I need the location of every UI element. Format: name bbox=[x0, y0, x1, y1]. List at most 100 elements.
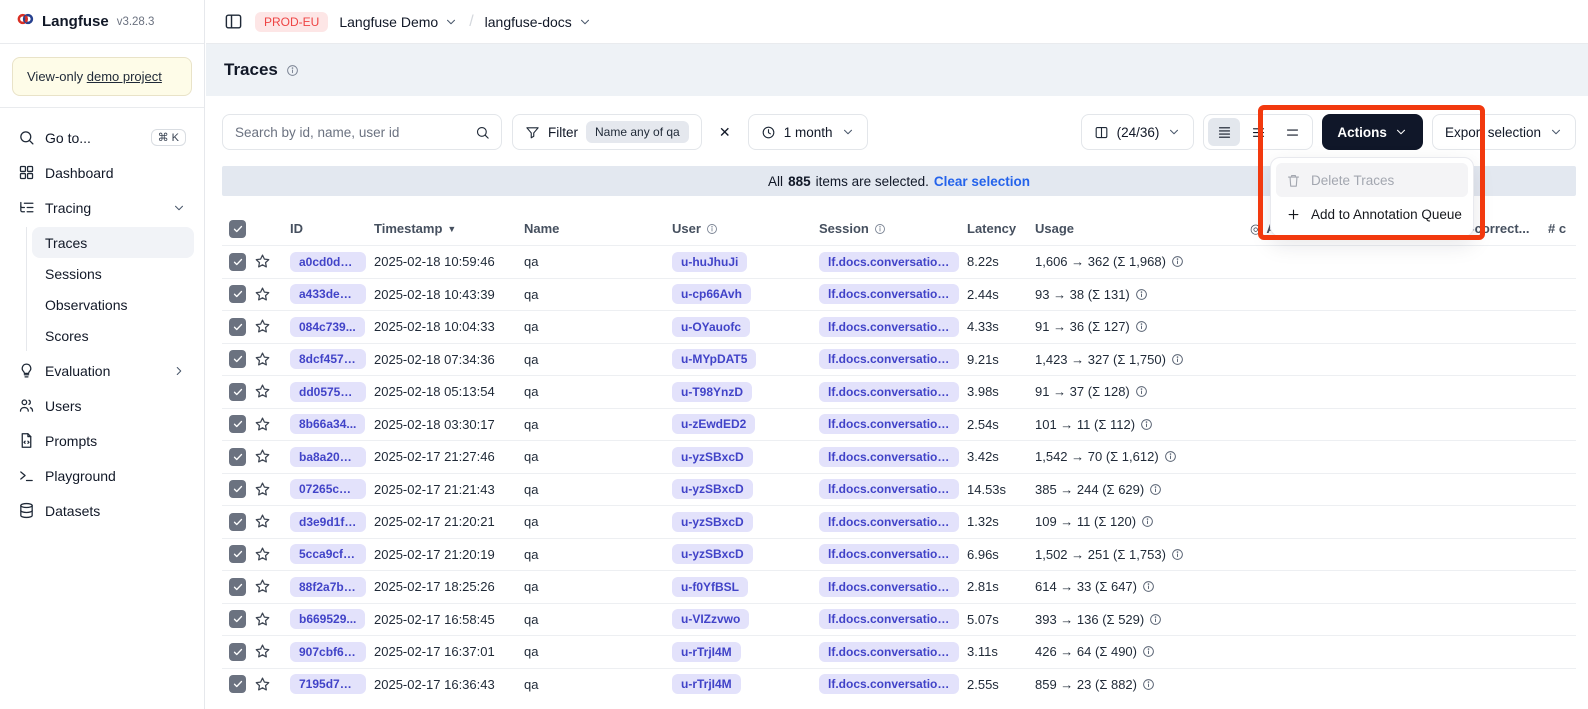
user-badge[interactable]: u-T98YnzD bbox=[672, 382, 752, 402]
table-row[interactable]: 5cca9cf2... 2025-02-17 21:20:19 qa u-yzS… bbox=[222, 538, 1576, 571]
sidebar-item-playground[interactable]: Playground bbox=[10, 458, 194, 493]
header-latency[interactable]: Latency bbox=[967, 221, 1035, 236]
user-badge[interactable]: u-MYpDAT5 bbox=[672, 349, 756, 369]
star-icon[interactable] bbox=[254, 546, 271, 563]
star-icon[interactable] bbox=[254, 383, 271, 400]
project-selector[interactable]: langfuse-docs bbox=[485, 14, 592, 30]
trace-id-badge[interactable]: d3e9d1f2... bbox=[290, 512, 366, 532]
user-badge[interactable]: u-cp66Avh bbox=[672, 284, 751, 304]
session-badge[interactable]: lf.docs.conversation... bbox=[819, 252, 959, 272]
session-badge[interactable]: lf.docs.conversation... bbox=[819, 349, 959, 369]
info-icon[interactable] bbox=[1141, 515, 1154, 528]
info-icon[interactable] bbox=[1171, 255, 1184, 268]
sidebar-item-evaluation[interactable]: Evaluation bbox=[10, 353, 194, 388]
table-row[interactable]: dd05753... 2025-02-18 05:13:54 qa u-T98Y… bbox=[222, 375, 1576, 408]
table-row[interactable]: b669529... 2025-02-17 16:58:45 qa u-VIZz… bbox=[222, 603, 1576, 636]
user-badge[interactable]: u-rTrjI4M bbox=[672, 642, 741, 662]
star-icon[interactable] bbox=[254, 318, 271, 335]
star-icon[interactable] bbox=[254, 513, 271, 530]
menu-item-add-to-annotation-queue[interactable]: Add to Annotation Queue bbox=[1276, 197, 1468, 231]
star-icon[interactable] bbox=[254, 481, 271, 498]
table-row[interactable]: 8dcf4574... 2025-02-18 07:34:36 qa u-MYp… bbox=[222, 343, 1576, 376]
session-badge[interactable]: lf.docs.conversation... bbox=[819, 479, 959, 499]
row-checkbox[interactable] bbox=[229, 285, 246, 303]
sidebar-subitem-traces[interactable]: Traces bbox=[32, 227, 194, 258]
trace-id-badge[interactable]: ba8a208f... bbox=[290, 447, 366, 467]
table-row[interactable]: ba8a208f... 2025-02-17 21:27:46 qa u-yzS… bbox=[222, 440, 1576, 473]
session-badge[interactable]: lf.docs.conversation... bbox=[819, 609, 959, 629]
export-selection-button[interactable]: Export selection bbox=[1432, 114, 1576, 150]
session-badge[interactable]: lf.docs.conversation... bbox=[819, 642, 959, 662]
star-icon[interactable] bbox=[254, 286, 271, 303]
user-badge[interactable]: u-VIZzvwo bbox=[672, 609, 749, 629]
sidebar-subitem-scores[interactable]: Scores bbox=[32, 320, 194, 351]
info-icon[interactable] bbox=[286, 64, 299, 77]
row-checkbox[interactable] bbox=[229, 610, 246, 628]
demo-project-link[interactable]: demo project bbox=[87, 69, 162, 84]
user-badge[interactable]: u-yzSBxcD bbox=[672, 447, 753, 467]
row-checkbox[interactable] bbox=[229, 350, 246, 368]
header-session[interactable]: Session bbox=[819, 221, 967, 236]
session-badge[interactable]: lf.docs.conversation... bbox=[819, 577, 959, 597]
user-badge[interactable]: u-huJhuJi bbox=[672, 252, 747, 272]
sidebar-item-goto[interactable]: Go to... ⌘ K bbox=[10, 120, 194, 155]
trace-id-badge[interactable]: 8dcf4574... bbox=[290, 349, 366, 369]
info-icon[interactable] bbox=[1171, 548, 1184, 561]
sidebar-item-prompts[interactable]: Prompts bbox=[10, 423, 194, 458]
info-icon[interactable] bbox=[1142, 580, 1155, 593]
row-checkbox[interactable] bbox=[229, 513, 246, 531]
table-row[interactable]: a0cd0d9... 2025-02-18 10:59:46 qa u-huJh… bbox=[222, 245, 1576, 278]
star-icon[interactable] bbox=[254, 351, 271, 368]
trace-id-badge[interactable]: a0cd0d9... bbox=[290, 252, 366, 272]
table-row[interactable]: 07265c7a... 2025-02-17 21:21:43 qa u-yzS… bbox=[222, 473, 1576, 506]
session-badge[interactable]: lf.docs.conversation... bbox=[819, 544, 959, 564]
sidebar-toggle-button[interactable] bbox=[222, 11, 244, 33]
star-icon[interactable] bbox=[254, 578, 271, 595]
row-checkbox[interactable] bbox=[229, 318, 246, 336]
info-icon[interactable] bbox=[1142, 678, 1155, 691]
star-icon[interactable] bbox=[254, 448, 271, 465]
user-badge[interactable]: u-zEwdED2 bbox=[672, 414, 755, 434]
star-icon[interactable] bbox=[254, 253, 271, 270]
user-badge[interactable]: u-OYauofc bbox=[672, 317, 750, 337]
trace-id-badge[interactable]: 907cbf6e... bbox=[290, 642, 366, 662]
table-row[interactable]: d3e9d1f2... 2025-02-17 21:20:21 qa u-yzS… bbox=[222, 505, 1576, 538]
select-all-checkbox[interactable] bbox=[229, 220, 246, 238]
trace-id-badge[interactable]: 084c739... bbox=[290, 317, 365, 337]
info-icon[interactable] bbox=[1135, 385, 1148, 398]
time-range-button[interactable]: 1 month bbox=[748, 114, 868, 150]
star-icon[interactable] bbox=[254, 416, 271, 433]
sidebar-item-tracing[interactable]: Tracing bbox=[10, 190, 194, 225]
filter-button[interactable]: Filter Name any of qa bbox=[512, 114, 702, 150]
info-icon[interactable] bbox=[1171, 353, 1184, 366]
sidebar-subitem-observations[interactable]: Observations bbox=[32, 289, 194, 320]
row-height-medium-button[interactable] bbox=[1242, 118, 1274, 146]
row-checkbox[interactable] bbox=[229, 545, 246, 563]
table-row[interactable]: 907cbf6e... 2025-02-17 16:37:01 qa u-rTr… bbox=[222, 635, 1576, 668]
search-icon[interactable] bbox=[475, 125, 490, 140]
row-checkbox[interactable] bbox=[229, 448, 246, 466]
table-row[interactable]: 7195d78e... 2025-02-17 16:36:43 qa u-rTr… bbox=[222, 668, 1576, 701]
trace-id-badge[interactable]: 88f2a7b0... bbox=[290, 577, 366, 597]
row-checkbox[interactable] bbox=[229, 675, 246, 693]
info-icon[interactable] bbox=[1149, 613, 1162, 626]
header-user[interactable]: User bbox=[672, 221, 819, 236]
info-icon[interactable] bbox=[1135, 288, 1148, 301]
info-icon[interactable] bbox=[1140, 418, 1153, 431]
user-badge[interactable]: u-yzSBxcD bbox=[672, 544, 753, 564]
session-badge[interactable]: lf.docs.conversation... bbox=[819, 382, 959, 402]
table-row[interactable]: a433de51... 2025-02-18 10:43:39 qa u-cp6… bbox=[222, 278, 1576, 311]
row-checkbox[interactable] bbox=[229, 578, 246, 596]
header-timestamp[interactable]: Timestamp▼ bbox=[374, 221, 524, 236]
header-truncated-score[interactable]: # c bbox=[1548, 221, 1576, 236]
info-icon[interactable] bbox=[1135, 320, 1148, 333]
table-row[interactable]: 8b66a34... 2025-02-18 03:30:17 qa u-zEwd… bbox=[222, 408, 1576, 441]
sidebar-item-datasets[interactable]: Datasets bbox=[10, 493, 194, 528]
session-badge[interactable]: lf.docs.conversation... bbox=[819, 447, 959, 467]
columns-button[interactable]: (24/36) bbox=[1081, 114, 1195, 150]
row-checkbox[interactable] bbox=[229, 253, 246, 271]
header-name[interactable]: Name bbox=[524, 221, 672, 236]
sidebar-subitem-sessions[interactable]: Sessions bbox=[32, 258, 194, 289]
sidebar-item-users[interactable]: Users bbox=[10, 388, 194, 423]
clear-selection-link[interactable]: Clear selection bbox=[934, 174, 1030, 189]
